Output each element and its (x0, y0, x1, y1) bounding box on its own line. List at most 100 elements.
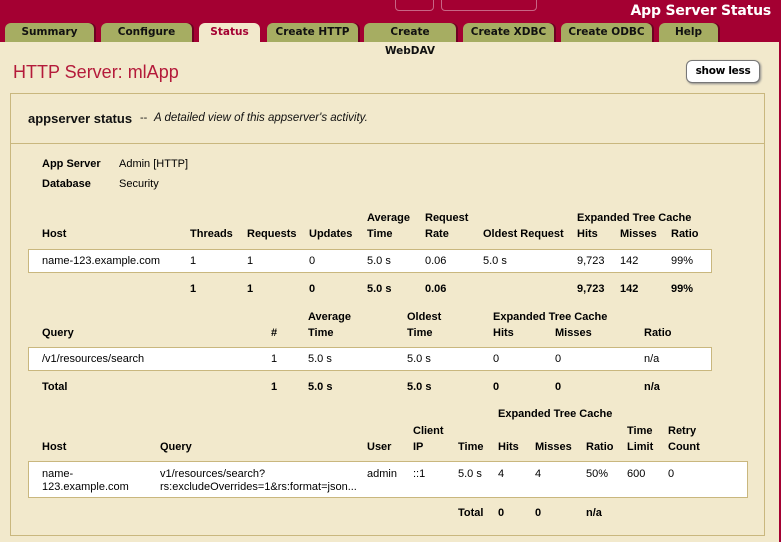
col-header-avg-bottom: Time (308, 327, 334, 339)
total-misses: 0 (555, 381, 562, 393)
tab-create-http[interactable]: Create HTTP (267, 23, 358, 42)
total-hits: 9,723 (577, 283, 605, 295)
total-avg-time: 5.0 s (308, 381, 333, 393)
cell-ratio: 99% (671, 255, 694, 267)
tab-summary[interactable]: Summary (5, 23, 94, 42)
tab-configure[interactable]: Configure (101, 23, 192, 42)
cell-requests: 1 (247, 255, 254, 267)
total-rate: 0.06 (425, 283, 447, 295)
cell-misses: 142 (620, 255, 639, 267)
tab-create-odbc[interactable]: Create ODBC (561, 23, 652, 42)
total-label: Total (42, 381, 68, 393)
col-header-avg-bottom: Time (367, 228, 393, 240)
cell-updates: 0 (309, 255, 316, 267)
total-oldest-time: 5.0 s (407, 381, 432, 393)
col-header-rate-top: Request (425, 212, 469, 224)
total-hits: 0 (498, 507, 505, 519)
col-header-oldest-request: Oldest Request (483, 228, 564, 240)
col-header-ip-top: Client (413, 425, 444, 437)
tab-status[interactable]: Status (199, 23, 260, 42)
page-title: HTTP Server: mlApp (13, 62, 179, 82)
cell-ratio: 50% (586, 468, 609, 480)
total-count: 1 (271, 381, 278, 393)
col-header-time: Time (458, 441, 484, 453)
header-button[interactable] (441, 0, 537, 11)
cell-host-line1: name- (42, 468, 74, 480)
panel-header: appserver status -- A detailed view of t… (11, 94, 764, 144)
cell-oldest-time: 5.0 s (407, 353, 431, 365)
cell-avg-time: 5.0 s (308, 353, 332, 365)
total-ratio: n/a (644, 381, 660, 393)
info-value-app-server: Admin [HTTP] (119, 158, 189, 170)
col-header-ip-bottom: IP (413, 441, 424, 453)
col-header-oldest-top: Oldest (407, 311, 442, 323)
cell-host: name-123.example.com (42, 255, 161, 267)
table-row[interactable]: name-123.example.com 1 1 0 5.0 s 0.06 5.… (28, 249, 712, 273)
total-requests: 1 (247, 283, 254, 295)
col-header-count: # (271, 327, 278, 339)
total-updates: 0 (309, 283, 316, 295)
tab-help[interactable]: Help (659, 23, 718, 42)
cell-ratio: n/a (644, 353, 660, 365)
tab-create-xdbc[interactable]: Create XDBC (463, 23, 554, 42)
info-value-database: Security (119, 178, 159, 190)
show-less-button[interactable]: show less (686, 60, 760, 83)
col-header-threads: Threads (190, 228, 233, 240)
col-header-misses: Misses (535, 441, 572, 453)
col-header-retry-bottom: Count (668, 441, 700, 453)
total-ratio: n/a (586, 507, 602, 519)
appserver-status-panel: appserver status -- A detailed view of t… (10, 93, 765, 536)
col-group-expanded-tree-cache: Expanded Tree Cache (577, 212, 692, 224)
col-header-ratio: Ratio (644, 327, 672, 339)
col-header-requests: Requests (247, 228, 297, 240)
cell-hits: 0 (493, 353, 500, 365)
cell-ip: ::1 (413, 468, 426, 480)
panel-separator: -- (140, 112, 148, 124)
cell-user: admin (367, 468, 397, 480)
col-header-avg-top: Average (308, 311, 352, 323)
total-avg-time: 5.0 s (367, 283, 392, 295)
col-header-avg-top: Average (367, 212, 411, 224)
info-label-database: Database (42, 178, 91, 190)
total-hits: 0 (493, 381, 500, 393)
tab-bar: Summary Configure Status Create HTTP Cre… (0, 23, 781, 57)
col-header-limit-bottom: Limit (627, 441, 654, 453)
col-header-host: Host (42, 441, 67, 453)
total-misses: 0 (535, 507, 542, 519)
cell-time-limit: 600 (627, 468, 646, 480)
cell-threads: 1 (190, 255, 197, 267)
col-group-expanded-tree-cache: Expanded Tree Cache (498, 408, 613, 420)
col-header-hits: Hits (498, 441, 519, 453)
tab-create-webdav[interactable]: Create WebDAV (364, 23, 456, 57)
col-header-hits: Hits (493, 327, 514, 339)
cell-time: 5.0 s (458, 468, 482, 480)
table-row[interactable]: name- 123.example.com v1/resources/searc… (28, 461, 748, 498)
col-header-hits: Hits (577, 228, 598, 240)
col-header-query: Query (160, 441, 192, 453)
total-threads: 1 (190, 283, 197, 295)
col-header-limit-top: Time (627, 425, 653, 437)
col-header-user: User (367, 441, 392, 453)
col-header-rate-bottom: Rate (425, 228, 449, 240)
table-row[interactable]: /v1/resources/search 1 5.0 s 5.0 s 0 0 n… (28, 347, 712, 371)
cell-rate: 0.06 (425, 255, 447, 267)
col-header-misses: Misses (555, 327, 592, 339)
app-title: App Server Status (630, 3, 772, 19)
cell-retry-count: 0 (668, 468, 675, 480)
cell-misses: 4 (535, 468, 542, 480)
cell-count: 1 (271, 353, 278, 365)
col-header-retry-top: Retry (668, 425, 697, 437)
panel-description: A detailed view of this appserver's acti… (154, 112, 368, 124)
panel-title: appserver status (28, 111, 133, 126)
col-header-ratio: Ratio (586, 441, 614, 453)
cell-oldest: 5.0 s (483, 255, 507, 267)
total-label: Total (458, 507, 484, 519)
col-header-misses: Misses (620, 228, 657, 240)
col-header-updates: Updates (309, 228, 353, 240)
cell-hits: 9,723 (577, 255, 605, 267)
header-button[interactable] (395, 0, 434, 11)
col-group-expanded-tree-cache: Expanded Tree Cache (493, 311, 608, 323)
col-header-oldest-bottom: Time (407, 327, 433, 339)
col-header-ratio: Ratio (671, 228, 699, 240)
info-label-app-server: App Server (42, 158, 101, 170)
